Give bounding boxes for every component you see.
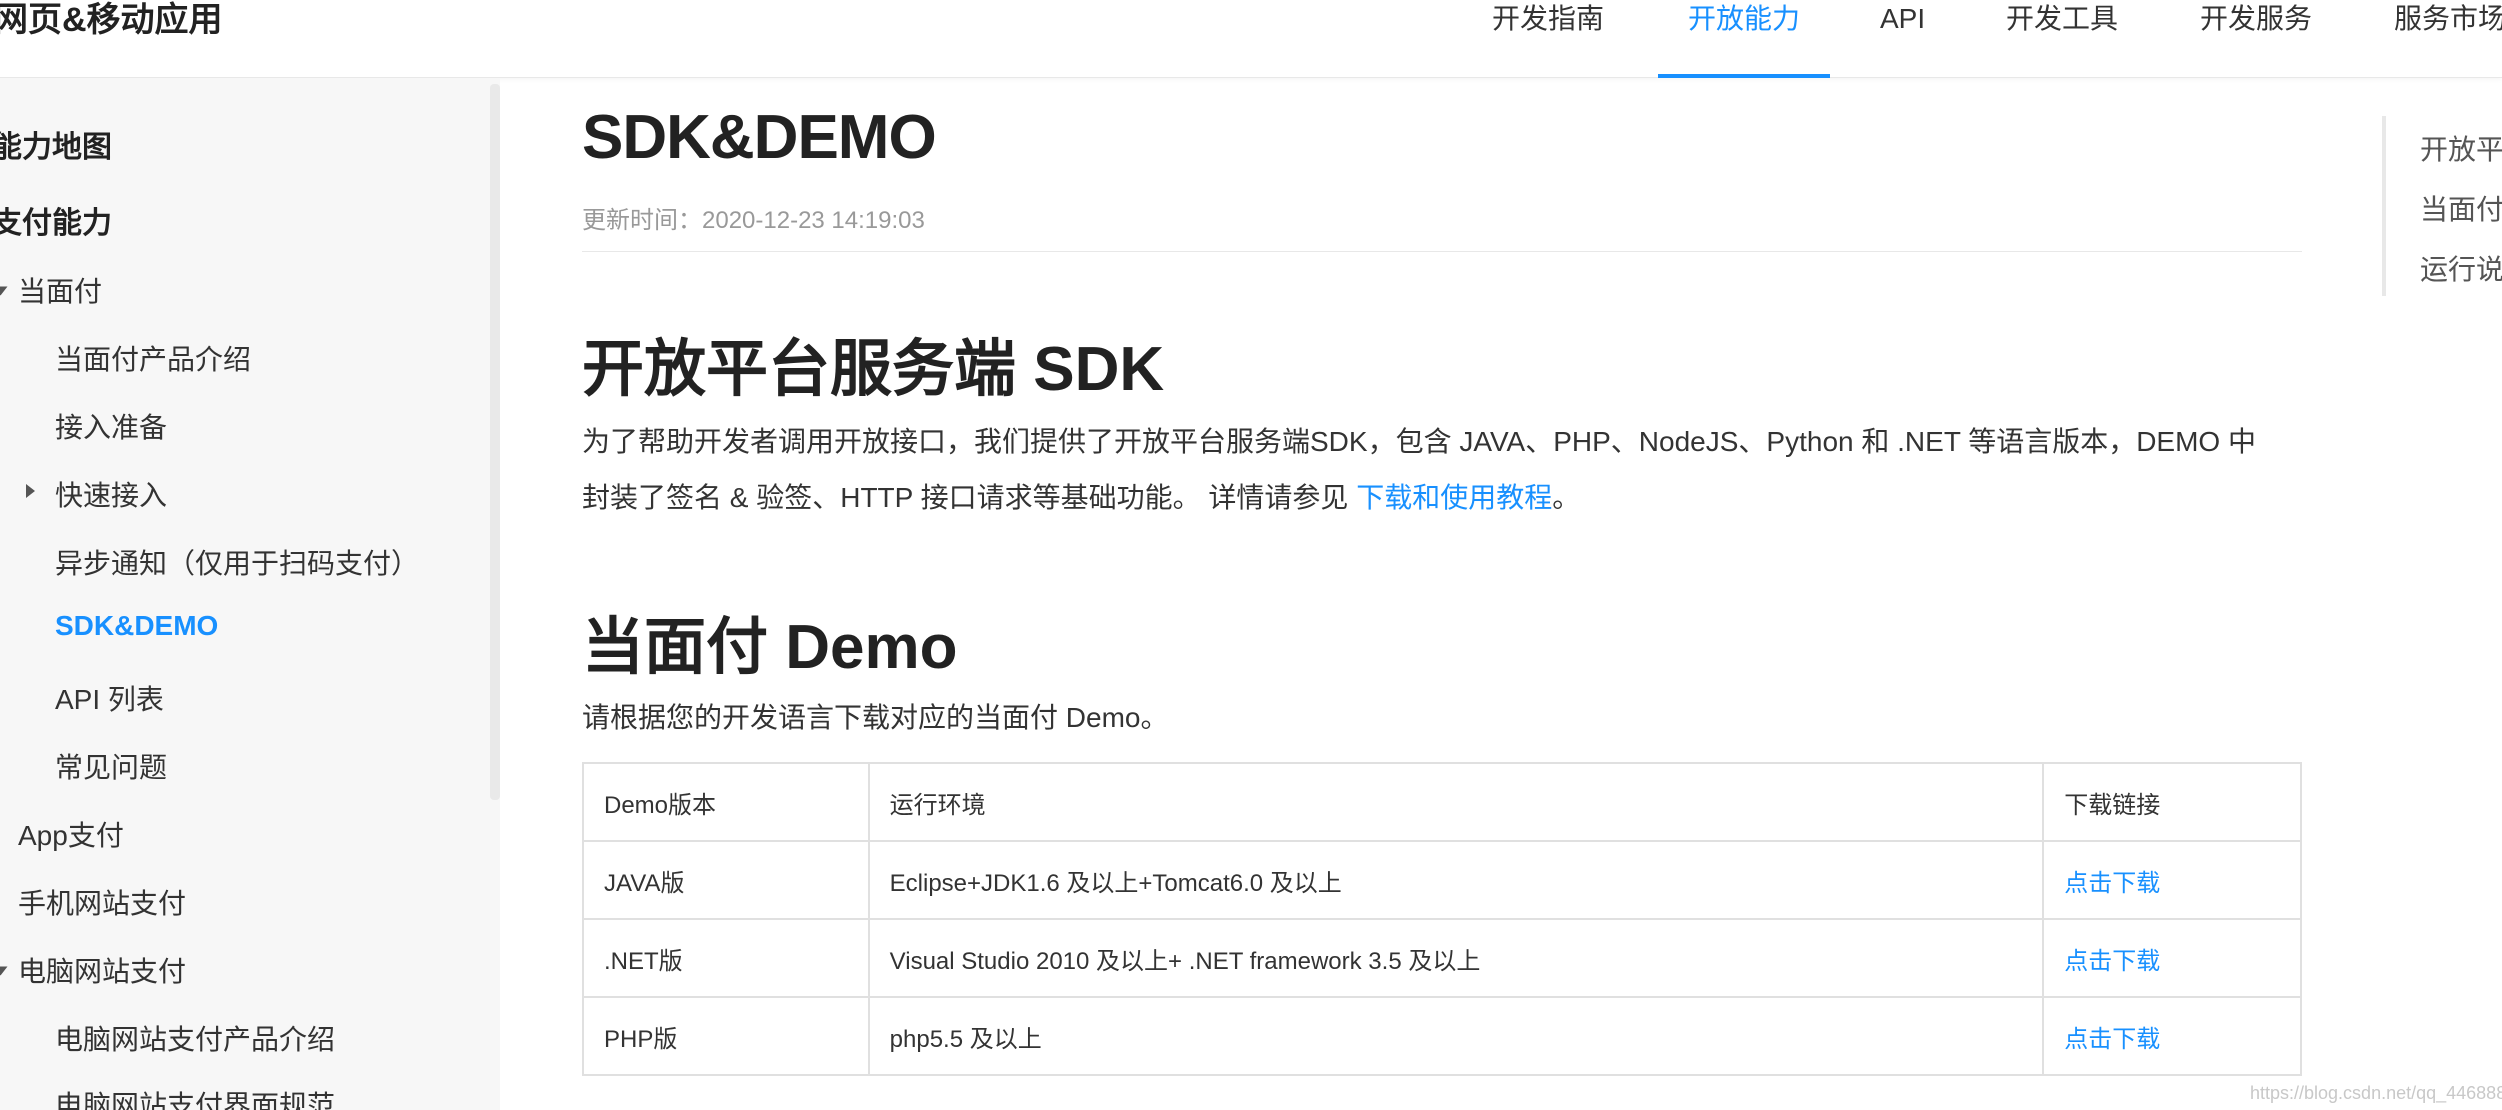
caret-right-icon[interactable] (26, 484, 35, 498)
sidebar-item-async-notify[interactable]: 异步通知（仅用于扫码支付） (55, 542, 419, 582)
cell-env: php5.5 及以上 (867, 996, 2045, 1076)
divider (582, 251, 2302, 252)
caret-down-icon (0, 286, 8, 296)
nav-label: 开发服务 (2200, 3, 2313, 34)
cell-version: .NET版 (582, 918, 870, 998)
sidebar-item-payment[interactable]: 支付能力 (0, 198, 112, 242)
sidebar-item-pc-pay-ui-spec[interactable]: 电脑网站支付界面规范 (55, 1084, 335, 1110)
cell-version: JAVA版 (582, 840, 870, 920)
download-link-java[interactable]: 点击下载 (2042, 840, 2302, 920)
sidebar-item-pc-pay-intro[interactable]: 电脑网站支付产品介绍 (55, 1018, 335, 1058)
col-header-version: Demo版本 (582, 762, 870, 842)
sidebar-item-app-pay[interactable]: App支付 (18, 814, 124, 854)
site-brand[interactable]: 网页&移动应用 (0, 0, 223, 40)
table-row: .NET版 Visual Studio 2010 及以上+ .NET frame… (582, 918, 2302, 998)
section-heading-demo: 当面付 Demo (582, 613, 958, 682)
table-header-row: Demo版本 运行环境 下载链接 (582, 762, 2302, 842)
top-navbar: 网页&移动应用 开发指南 开放能力 API 开发工具 开发服务 服务市场 (0, 0, 2502, 78)
sdk-description-end: 。 (1552, 482, 1581, 513)
sdk-description-line2: 封装了签名 & 验签、HTTP 接口请求等基础功能。 详情请参见 下载和使用教程… (582, 470, 2302, 526)
table-row: JAVA版 Eclipse+JDK1.6 及以上+Tomcat6.0 及以上 点… (582, 840, 2302, 920)
nav-dev-tools[interactable]: 开发工具 (2006, 0, 2118, 78)
toc-item-run-instructions[interactable]: 运行说 (2420, 248, 2502, 288)
nav-api[interactable]: API (1880, 0, 1925, 78)
download-tutorial-link[interactable]: 下载和使用教程 (1356, 482, 1552, 513)
sidebar: 能力地图 支付能力 当面付 当面付产品介绍 接入准备 快速接入 异步通知（仅用于… (0, 78, 500, 1110)
page-title: SDK&DEMO (582, 103, 937, 172)
watermark: https://blog.csdn.net/qq_44688861 (2250, 1083, 2502, 1103)
cell-env: Visual Studio 2010 及以上+ .NET framework 3… (867, 918, 2045, 998)
toc-item-face-to-face[interactable]: 当面付 (2420, 188, 2502, 228)
nav-label: 服务市场 (2394, 3, 2502, 34)
sidebar-item-f2f-intro[interactable]: 当面付产品介绍 (55, 338, 251, 378)
sidebar-item-face-to-face[interactable]: 当面付 (18, 270, 102, 310)
download-link-dotnet[interactable]: 点击下载 (2042, 918, 2302, 998)
sidebar-scrollbar[interactable] (490, 84, 500, 800)
toc-item-open-platform[interactable]: 开放平 (2420, 128, 2502, 168)
table-row: PHP版 php5.5 及以上 点击下载 (582, 996, 2302, 1076)
caret-down-icon (0, 966, 8, 976)
sidebar-item-prep[interactable]: 接入准备 (55, 406, 167, 446)
sdk-description-line1: 为了帮助开发者调用开放接口，我们提供了开放平台服务端SDK，包含 JAVA、PH… (582, 426, 2256, 457)
nav-label: 开发指南 (1492, 3, 1605, 34)
nav-dev-guide[interactable]: 开发指南 (1492, 0, 1604, 78)
col-header-download: 下载链接 (2042, 762, 2302, 842)
active-tab-underline (1658, 74, 1831, 78)
sidebar-item-capability-map[interactable]: 能力地图 (0, 122, 112, 166)
sidebar-item-quick-start[interactable]: 快速接入 (55, 474, 167, 514)
section-heading-sdk: 开放平台服务端 SDK (582, 335, 1165, 404)
cell-version: PHP版 (582, 996, 870, 1076)
demo-table: Demo版本 运行环境 下载链接 JAVA版 Eclipse+JDK1.6 及以… (582, 762, 2302, 1076)
nav-label: API (1880, 3, 1926, 34)
table-of-contents: 开放平 当面付 运行说 (2382, 116, 2502, 296)
sidebar-item-sdk-demo[interactable]: SDK&DEMO (55, 610, 218, 642)
sidebar-item-api-list[interactable]: API 列表 (55, 678, 164, 718)
nav-dev-services[interactable]: 开发服务 (2200, 0, 2312, 78)
nav-label: 开发工具 (2006, 3, 2119, 34)
sidebar-item-pc-web-pay[interactable]: 电脑网站支付 (18, 950, 186, 990)
sidebar-item-mobile-web-pay[interactable]: 手机网站支付 (18, 882, 186, 922)
nav-label: 开放能力 (1688, 3, 1801, 34)
nav-service-market[interactable]: 服务市场 (2394, 0, 2502, 78)
sdk-description-text: 封装了签名 & 验签、HTTP 接口请求等基础功能。 详情请参见 (582, 482, 1357, 513)
nav-open-capability[interactable]: 开放能力 (1658, 0, 1831, 78)
demo-intro: 请根据您的开发语言下载对应的当面付 Demo。 (582, 702, 1169, 733)
sidebar-item-faq[interactable]: 常见问题 (55, 746, 167, 786)
update-time: 更新时间：2020-12-23 14:19:03 (582, 207, 925, 234)
col-header-env: 运行环境 (867, 762, 2045, 842)
cell-env: Eclipse+JDK1.6 及以上+Tomcat6.0 及以上 (867, 840, 2045, 920)
download-link-php[interactable]: 点击下载 (2042, 996, 2302, 1076)
